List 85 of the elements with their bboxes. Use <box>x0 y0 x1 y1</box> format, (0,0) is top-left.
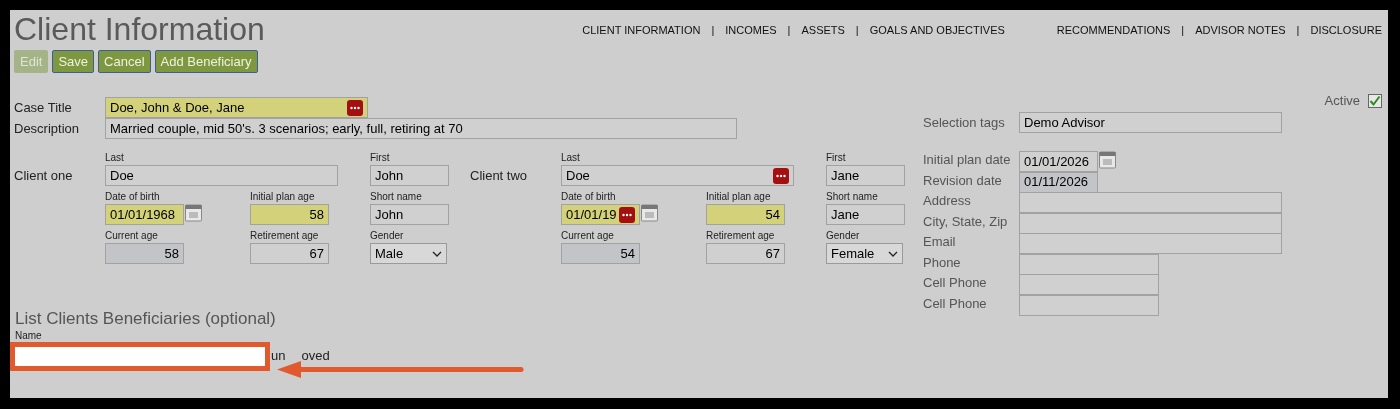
input-field[interactable]: Married couple, mid 50's. 3 scenarios; early, full, retiring at 70 <box>105 118 737 139</box>
nav-link[interactable]: GOALS AND OBJECTIVES <box>869 22 1005 39</box>
input-field[interactable] <box>1019 192 1282 213</box>
more-icon[interactable] <box>347 99 363 116</box>
field-label: Case Title <box>14 98 73 117</box>
nav-separator: | <box>787 23 791 38</box>
field-label: Cell Phone <box>923 274 988 292</box>
input-field[interactable]: Doe <box>105 165 338 186</box>
field-label: Short name <box>826 191 879 204</box>
field-label: Gender <box>370 230 405 243</box>
gender-select[interactable]: Male <box>370 243 447 264</box>
partial-text: oved <box>301 346 330 365</box>
nav-link[interactable]: DISCLOSURE <box>1310 22 1382 39</box>
nav-link[interactable]: CLIENT INFORMATION <box>582 22 701 39</box>
partial-text: un <box>271 346 286 365</box>
checkmark-icon <box>1369 95 1381 107</box>
nav-link[interactable]: ASSETS <box>801 22 845 39</box>
more-icon[interactable] <box>619 206 635 223</box>
input-field[interactable]: 01/01/2026 <box>1019 151 1098 172</box>
field-label: Short name <box>370 191 423 204</box>
input-field[interactable]: Demo Advisor <box>1019 112 1282 133</box>
field-label: First <box>370 152 391 165</box>
input-field[interactable] <box>1019 253 1159 275</box>
field-label: Name <box>15 330 43 342</box>
input-field[interactable] <box>1019 212 1282 234</box>
input-field[interactable]: Jane <box>826 165 905 186</box>
nav-separator: | <box>1296 23 1300 38</box>
input-field[interactable] <box>1019 233 1282 254</box>
input-field[interactable]: 58 <box>250 204 329 225</box>
input-field[interactable]: 54 <box>706 204 785 225</box>
field-label: Retirement age <box>250 230 320 243</box>
chevron-down-icon <box>888 250 898 257</box>
input-field[interactable]: 54 <box>561 243 640 264</box>
input-field[interactable]: Doe <box>561 165 794 186</box>
nav-link[interactable]: RECOMMENDATIONS <box>1056 22 1171 39</box>
input-field[interactable]: 67 <box>706 243 785 264</box>
input-field[interactable]: 01/01/19 <box>561 204 640 225</box>
field-label: Current age <box>561 230 615 243</box>
input-field[interactable]: 01/01/1968 <box>105 204 184 225</box>
nav-separator: | <box>855 23 859 38</box>
field-label: First <box>826 152 847 165</box>
chevron-down-icon <box>432 250 442 257</box>
field-label: Initial plan date <box>923 151 1012 169</box>
field-label: Gender <box>826 230 861 243</box>
field-label: Date of birth <box>561 191 617 204</box>
nav-link[interactable]: INCOMES <box>725 22 777 39</box>
field-label: Current age <box>105 230 159 243</box>
field-label: Active <box>1324 92 1360 111</box>
nav-link[interactable]: ADVISOR NOTES <box>1195 22 1286 39</box>
section-label: Client one <box>14 167 74 185</box>
field-label: Last <box>105 152 125 165</box>
field-label: Revision date <box>923 171 1003 190</box>
page-title: Client Information <box>14 10 265 48</box>
nav-separator: | <box>1181 23 1185 38</box>
field-label: Initial plan age <box>250 191 316 204</box>
input-field[interactable]: 58 <box>105 243 184 264</box>
field-label: Selection tags <box>923 113 1006 132</box>
field-label: Phone <box>923 253 962 272</box>
input-field[interactable] <box>1019 274 1159 295</box>
input-field[interactable]: 67 <box>250 243 329 264</box>
gender-select[interactable]: Female <box>826 243 903 264</box>
calendar-icon[interactable] <box>641 204 658 222</box>
section-label: Client two <box>470 167 529 185</box>
field-label: Last <box>561 152 581 165</box>
field-label: Cell Phone <box>923 294 988 313</box>
nav-separator: | <box>711 23 715 38</box>
more-icon[interactable] <box>773 167 789 184</box>
input-field[interactable]: 01/11/2026 <box>1019 171 1098 193</box>
field-label: City, State, Zip <box>923 212 1009 231</box>
input-field[interactable] <box>1019 294 1159 316</box>
input-field[interactable]: John <box>370 165 449 186</box>
input-field[interactable]: John <box>370 204 449 225</box>
calendar-icon[interactable] <box>1099 151 1116 169</box>
input-field[interactable]: Doe, John & Doe, Jane <box>105 97 368 118</box>
calendar-icon[interactable] <box>185 204 202 222</box>
name-field[interactable] <box>15 347 265 366</box>
field-label: Address <box>923 192 972 210</box>
field-label: Email <box>923 233 957 251</box>
section-heading: List Clients Beneficiaries (optional) <box>15 309 277 329</box>
field-label: Date of birth <box>105 191 161 204</box>
input-field[interactable]: Jane <box>826 204 905 225</box>
field-label: Description <box>14 119 81 138</box>
field-label: Retirement age <box>706 230 776 243</box>
field-label: Initial plan age <box>706 191 772 204</box>
active-checkbox[interactable] <box>1368 94 1382 108</box>
